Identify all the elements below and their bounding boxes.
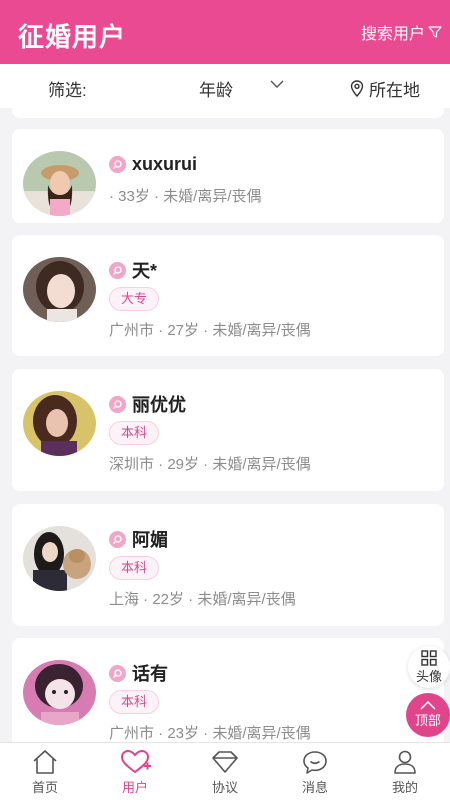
tab-users[interactable]: 用户 [90,743,180,800]
user-name: 阿媚 [132,530,168,550]
back-to-top-label: 顶部 [414,713,441,728]
person-icon [394,750,416,774]
search-users-label: 搜索用户 [360,26,425,43]
age-filter[interactable]: 年龄 [199,76,233,101]
user-card[interactable]: 天* 大专 广州市 · 27岁 · 未婚/离异/丧偶 [12,235,444,356]
chevron-down-icon[interactable] [270,79,284,89]
user-name: xuxurui [132,154,198,174]
tab-agreement[interactable]: 协议 [180,743,270,800]
education-badge: 本科 [109,421,160,445]
tab-home[interactable]: 首页 [0,743,90,800]
user-name: 丽优优 [132,395,186,415]
verified-badge-icon [109,261,126,279]
user-name-row: 丽优优 [109,391,186,417]
avatar[interactable] [23,660,96,725]
bottom-tab-bar: 首页 用户 协议 消息 我的 [0,742,450,800]
verified-badge-icon [109,530,126,548]
filter-bar: 筛选: 年龄 所在地 [0,64,450,108]
avatar[interactable] [23,151,96,216]
user-meta: 广州市 · 23岁 · 未婚/离异/丧偶 [109,725,311,742]
verified-badge-icon [109,664,126,682]
app-header: 征婚用户 搜索用户 [0,0,450,64]
location-filter-label: 所在地 [369,81,420,100]
diamond-icon [212,751,238,773]
avatar-view-toggle-button[interactable]: 头像 [408,646,450,688]
tab-agreement-label: 协议 [211,780,238,795]
filter-icon [428,26,442,38]
back-to-top-button[interactable]: 顶部 [406,693,450,737]
user-name-row: 话有 [109,660,168,686]
tab-messages-label: 消息 [301,780,328,795]
avatar[interactable] [23,391,96,456]
avatar-view-label: 头像 [415,668,442,684]
page-title: 征婚用户 [18,22,127,52]
previous-card-edge [12,108,444,118]
user-meta: 上海 · 22岁 · 未婚/离异/丧偶 [109,591,296,608]
user-card[interactable]: 话有 本科 广州市 · 23岁 · 未婚/离异/丧偶 [12,638,444,742]
education-badge: 本科 [109,556,160,580]
user-list: xuxurui · 33岁 · 未婚/离异/丧偶 天* 大专 广州市 · 27岁… [0,108,450,742]
user-name: 天* [132,261,158,281]
user-meta: 广州市 · 27岁 · 未婚/离异/丧偶 [109,322,311,339]
chat-bubble-icon [303,751,327,774]
education-badge: 大专 [109,287,160,311]
tab-home-label: 首页 [31,780,58,795]
verified-badge-icon [109,395,126,413]
user-name-row: xuxurui [109,154,197,175]
avatar[interactable] [23,257,96,322]
tab-profile-label: 我的 [391,780,418,795]
grid-icon [421,649,437,666]
user-card[interactable]: xuxurui · 33岁 · 未婚/离异/丧偶 [12,129,444,223]
user-card[interactable]: 阿媚 本科 上海 · 22岁 · 未婚/离异/丧偶 [12,504,444,626]
user-card[interactable]: 丽优优 本科 深圳市 · 29岁 · 未婚/离异/丧偶 [12,369,444,491]
education-badge: 本科 [109,690,160,714]
tab-messages[interactable]: 消息 [270,743,360,800]
heart-plus-icon [120,749,151,774]
location-filter[interactable]: 所在地 [350,76,420,101]
location-pin-icon [350,80,364,97]
tab-profile[interactable]: 我的 [360,743,450,800]
user-name: 话有 [132,664,168,684]
search-users-button[interactable]: 搜索用户 [361,20,442,44]
verified-badge-icon [109,156,126,173]
user-meta: 深圳市 · 29岁 · 未婚/离异/丧偶 [109,456,311,473]
user-meta: · 33岁 · 未婚/离异/丧偶 [109,188,262,205]
home-icon [33,750,57,774]
tab-users-label: 用户 [121,780,148,795]
user-name-row: 天* [109,257,157,283]
chevron-up-icon [420,701,436,710]
user-name-row: 阿媚 [109,526,168,552]
filter-label: 筛选: [48,81,87,100]
avatar[interactable] [23,526,96,591]
